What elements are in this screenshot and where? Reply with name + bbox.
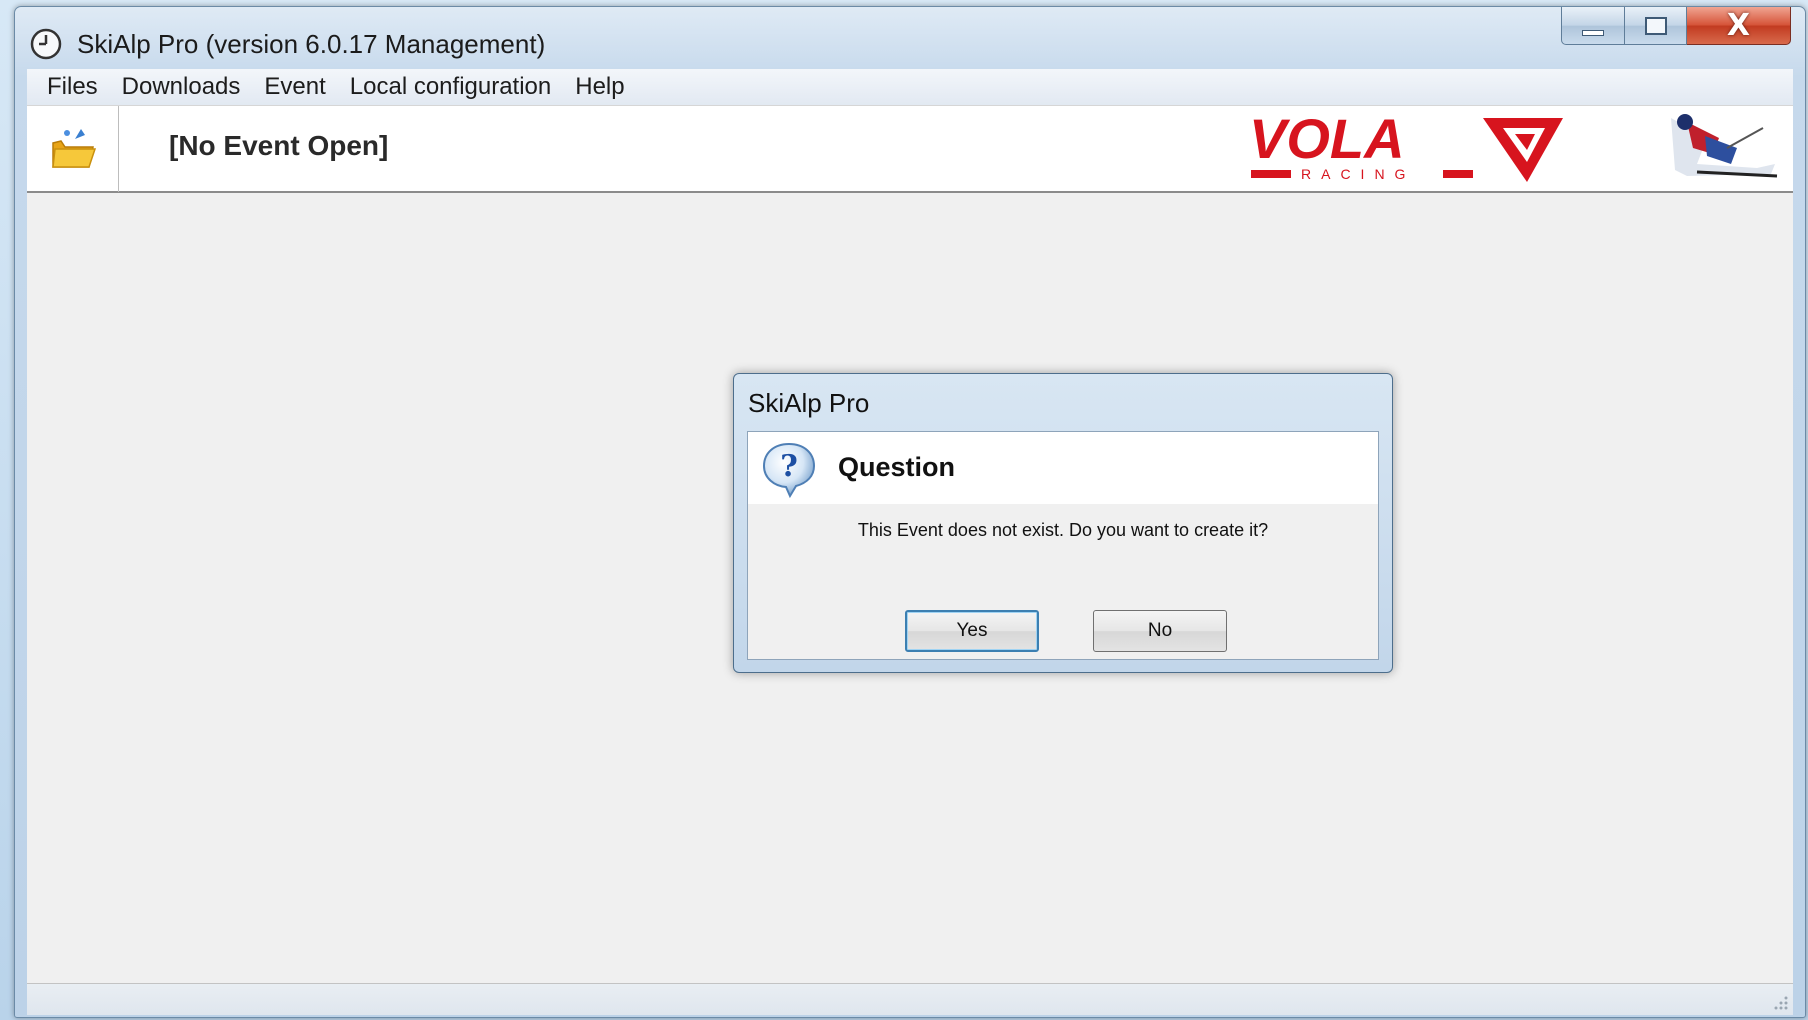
resize-grip-icon[interactable]	[1771, 993, 1789, 1011]
open-folder-icon	[51, 129, 96, 168]
event-status-label: [No Event Open]	[169, 130, 389, 161]
menu-event[interactable]: Event	[252, 73, 337, 101]
clock-icon	[30, 28, 62, 60]
svg-text:?: ?	[780, 449, 798, 484]
open-event-button[interactable]	[27, 106, 119, 192]
dialog-heading: Question	[838, 452, 956, 482]
dialog-message: This Event does not exist. Do you want t…	[857, 520, 1269, 540]
logo-text: VOLA	[1249, 112, 1405, 170]
dialog-body: ? Question This Event does not exist. Do…	[747, 431, 1379, 660]
no-button[interactable]: No	[1093, 610, 1227, 652]
close-icon: X	[1726, 8, 1751, 43]
question-dialog: SkiAlp Pro ? Question This Event does no…	[733, 373, 1393, 673]
dialog-title: SkiAlp Pro	[748, 388, 870, 418]
menu-help[interactable]: Help	[563, 73, 636, 101]
yes-button[interactable]: Yes	[905, 610, 1039, 652]
vola-racing-logo: VOLA RACING	[1249, 112, 1563, 182]
menu-downloads[interactable]: Downloads	[110, 73, 253, 101]
window-controls: X	[1561, 7, 1791, 53]
menu-files[interactable]: Files	[35, 73, 110, 101]
menu-bar: Files Downloads Event Local configuratio…	[27, 69, 1793, 105]
question-icon: ?	[762, 442, 816, 499]
toolbar: [No Event Open] VOLA RACING	[27, 105, 1793, 193]
close-button[interactable]: X	[1687, 7, 1791, 45]
maximize-icon	[1644, 16, 1667, 35]
maximize-button[interactable]	[1625, 7, 1687, 45]
skier-image	[1671, 114, 1778, 178]
status-bar	[27, 983, 1793, 1015]
logo-subtext: RACING	[1301, 166, 1415, 182]
menu-local-configuration[interactable]: Local configuration	[338, 73, 563, 101]
main-window: SkiAlp Pro (version 6.0.17 Management) X…	[14, 6, 1806, 1018]
window-title: SkiAlp Pro (version 6.0.17 Management)	[77, 29, 546, 59]
title-bar[interactable]: SkiAlp Pro (version 6.0.17 Management) X	[15, 7, 1805, 69]
minimize-button[interactable]	[1561, 7, 1625, 45]
minimize-icon	[1582, 29, 1604, 36]
dialog-header: ? Question	[748, 432, 1378, 504]
desktop: SkiAlp Pro (version 6.0.17 Management) X…	[0, 0, 1808, 1020]
